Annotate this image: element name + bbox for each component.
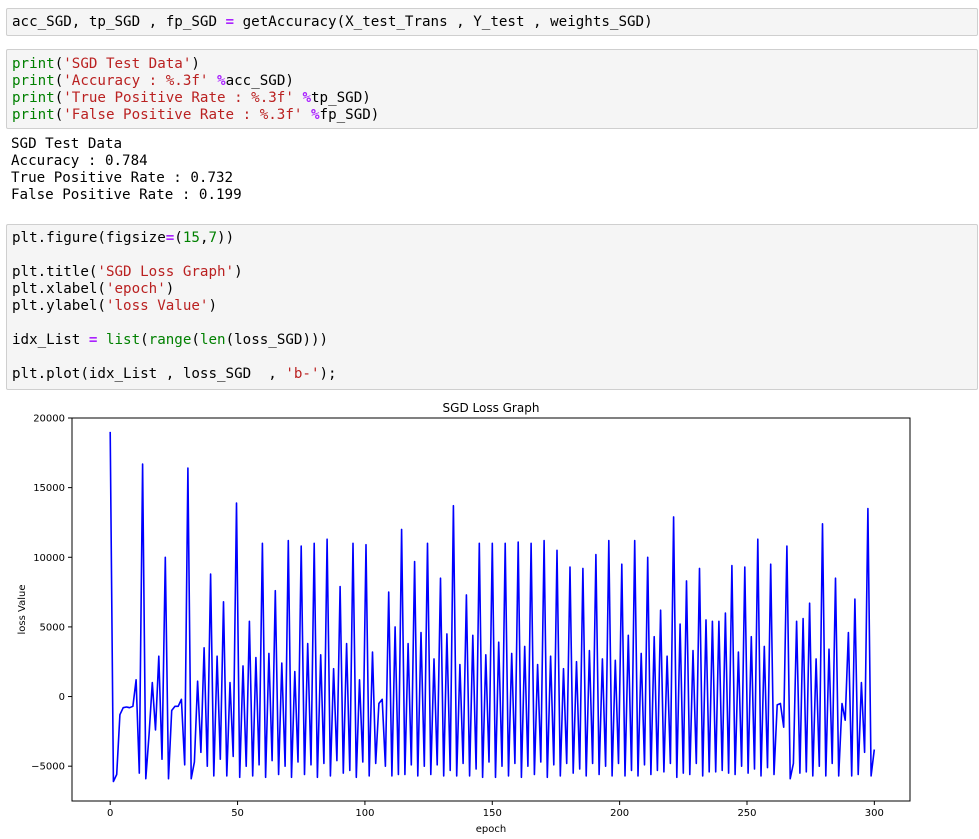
code-token: ( [191,332,200,348]
cell-output-text: SGD Test Data Accuracy : 0.784 True Positi… [11,136,971,204]
code-token: % [302,90,311,106]
code-token: 15 [182,230,200,246]
chart-output: SGD Loss Graph 0 50 100 150 200 250 300 −5000 0 50… [0,398,979,839]
code-token: = [165,230,175,246]
code-token: acc_SGD) [225,73,294,89]
code-token: print [12,56,55,72]
code-cell-plot-loss[interactable]: plt.figure(figsize=(15,7)) plt.title('SG… [6,224,978,390]
code-editor[interactable]: acc_SGD, tp_SGD , fp_SGD = getAccuracy(X… [7,14,977,31]
output-line: Accuracy : 0.784 [11,153,148,169]
code-token: (loss_SGD))) [225,332,329,348]
code-token: plt.title( [12,264,98,280]
code-line: print('Accuracy : %.3f' %acc_SGD) [12,73,977,90]
x-tick-label: 50 [231,808,244,819]
x-tick-label: 250 [737,808,756,819]
code-cell-print-metrics[interactable]: print('SGD Test Data') print('Accuracy : … [6,49,978,129]
code-editor[interactable]: print('SGD Test Data') print('Accuracy : … [7,56,977,124]
chart-title: SGD Loss Graph [443,401,540,415]
code-token: fp_SGD) [319,107,380,123]
x-tick-label: 200 [610,808,629,819]
code-token: plt.figure(figsize [12,230,166,246]
code-token: ( [140,332,149,348]
x-tick-label: 150 [483,808,502,819]
code-token: ) [234,264,243,280]
code-token: ( [54,73,64,89]
code-token: ) [165,281,175,297]
code-line: plt.xlabel('epoch') [12,281,977,298]
code-line: print('True Positive Rate : %.3f' %tp_SG… [12,90,977,107]
code-line: idx_List = list(range(len(loss_SGD))) [12,332,977,349]
code-line: acc_SGD, tp_SGD , fp_SGD = getAccuracy(X… [12,14,977,31]
code-token: ); [319,366,337,382]
x-tick-label: 0 [107,808,113,819]
output-line: SGD Test Data [11,136,123,152]
output-line: True Positive Rate : 0.732 [11,170,234,186]
code-token: ( [174,230,183,246]
code-token: idx_List [12,332,89,348]
x-tick-label: 100 [355,808,374,819]
code-line: plt.title('SGD Loss Graph') [12,264,977,281]
code-token: 'SGD Loss Graph' [97,264,235,280]
code-token: plt.plot(idx_List , loss_SGD , [12,366,286,382]
code-token: 7 [208,230,218,246]
code-token: ) [191,56,200,72]
code-token: print [12,107,55,123]
code-token: tp_SGD) [310,90,371,106]
code-editor[interactable]: plt.figure(figsize=(15,7)) plt.title('SG… [7,230,977,383]
code-line: print('False Positive Rate : %.3f' %fp_S… [12,107,977,124]
code-token: ( [54,90,64,106]
code-token: ( [54,56,64,72]
y-tick-label: −5000 [31,762,65,773]
y-tick-label: 10000 [33,553,65,564]
y-tick-label: 0 [59,692,65,703]
code-cell-get-accuracy[interactable]: acc_SGD, tp_SGD , fp_SGD = getAccuracy(X… [6,8,978,36]
code-line: plt.ylabel('loss Value') [12,298,977,315]
code-token: getAccuracy(X_test_Trans , Y_test , weig… [234,14,653,30]
code-token: ( [54,107,64,123]
y-axis-label: loss Value [17,585,28,635]
code-token: plt.ylabel( [12,298,106,314]
code-token: range [148,332,192,348]
code-token: 'epoch' [105,281,166,297]
code-token: print [12,90,55,106]
code-line: plt.figure(figsize=(15,7)) [12,230,977,247]
y-tick-label: 20000 [33,414,65,425]
code-token: ) [208,298,218,314]
x-tick-label: 300 [865,808,884,819]
loss-series-line [109,431,876,783]
code-token: 'True Positive Rate : %.3f' [63,90,294,106]
code-token: )) [217,230,235,246]
code-token: 'b-' [285,366,320,382]
x-axis-label: epoch [476,824,506,835]
y-tick-label: 5000 [40,622,65,633]
code-token: 'Accuracy : %.3f' [63,73,209,89]
loss-chart: SGD Loss Graph 0 50 100 150 200 250 300 −5000 0 50… [17,401,911,835]
code-token: print [12,73,55,89]
code-token: list [105,332,141,348]
code-token: 'False Positive Rate : %.3f' [63,107,303,123]
output-line: False Positive Rate : 0.199 [11,187,242,203]
code-token: 'SGD Test Data' [63,56,192,72]
code-token: % [217,73,226,89]
code-line: plt.plot(idx_List , loss_SGD , 'b-'); [12,366,977,383]
y-tick-label: 15000 [33,483,65,494]
code-line: print('SGD Test Data') [12,56,977,73]
code-token: = [225,14,235,30]
code-token: len [199,332,226,348]
code-token: % [310,107,320,123]
code-token: acc_SGD, tp_SGD , fp_SGD [12,14,226,30]
code-token: 'loss Value' [105,298,209,314]
code-token: plt.xlabel( [12,281,106,297]
